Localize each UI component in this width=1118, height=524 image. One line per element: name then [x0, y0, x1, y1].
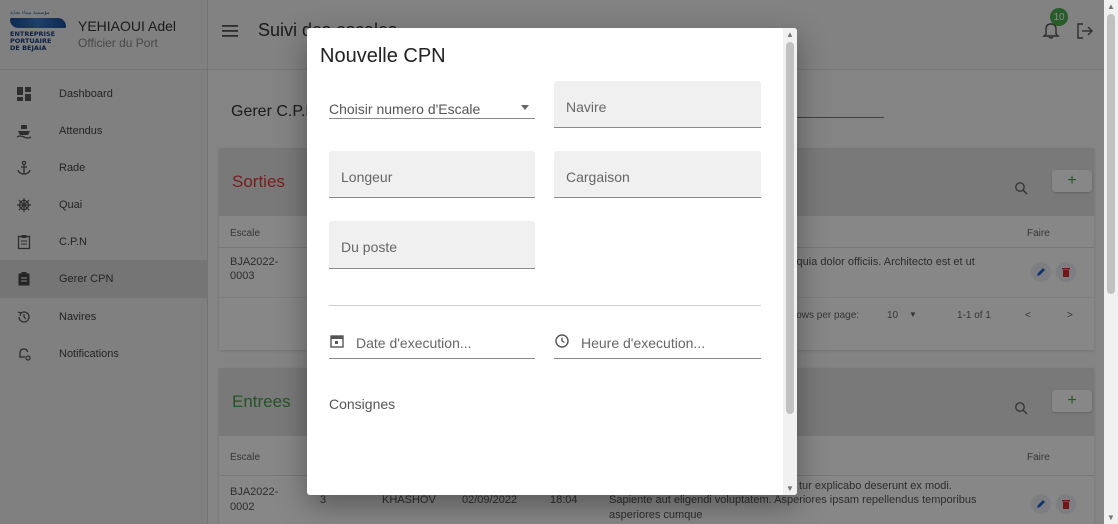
scroll-down-icon[interactable]: ▼	[1107, 513, 1115, 522]
page-scrollbar[interactable]: ▲ ▼	[1104, 0, 1118, 524]
cargaison-field-label: Cargaison	[566, 169, 630, 185]
chevron-down-icon	[521, 105, 529, 110]
dialog-scrollbar-thumb[interactable]	[786, 42, 794, 414]
du-poste-field-label: Du poste	[341, 239, 398, 255]
dialog-scrollbar[interactable]: ▲ ▼	[783, 28, 797, 495]
longeur-field[interactable]: Longeur	[329, 151, 535, 198]
page-scrollbar-thumb[interactable]	[1107, 14, 1115, 294]
cargaison-field[interactable]: Cargaison	[554, 151, 761, 198]
calendar-icon	[329, 333, 345, 354]
date-execution-field[interactable]: Date d'execution...	[329, 329, 535, 359]
dialog-title: Nouvelle CPN	[320, 45, 446, 67]
escale-select[interactable]: Choisir numero d'Escale	[329, 85, 535, 119]
scroll-up-icon[interactable]: ▲	[786, 30, 794, 39]
heure-execution-field[interactable]: Heure d'execution...	[554, 329, 761, 359]
scroll-up-icon[interactable]: ▲	[1107, 2, 1115, 11]
date-execution-label: Date d'execution...	[356, 335, 472, 351]
clock-icon	[554, 333, 570, 354]
du-poste-field[interactable]: Du poste	[329, 221, 535, 269]
longeur-field-label: Longeur	[341, 169, 393, 185]
navire-field-label: Navire	[566, 99, 607, 115]
consignes-field[interactable]: Consignes	[329, 396, 395, 412]
new-cpn-dialog: Nouvelle CPN Choisir numero d'Escale Nav…	[307, 28, 797, 495]
escale-select-label: Choisir numero d'Escale	[329, 101, 481, 117]
navire-field[interactable]: Navire	[554, 81, 761, 128]
scroll-down-icon[interactable]: ▼	[786, 484, 794, 493]
dialog-divider	[329, 305, 761, 306]
heure-execution-label: Heure d'execution...	[581, 335, 706, 351]
